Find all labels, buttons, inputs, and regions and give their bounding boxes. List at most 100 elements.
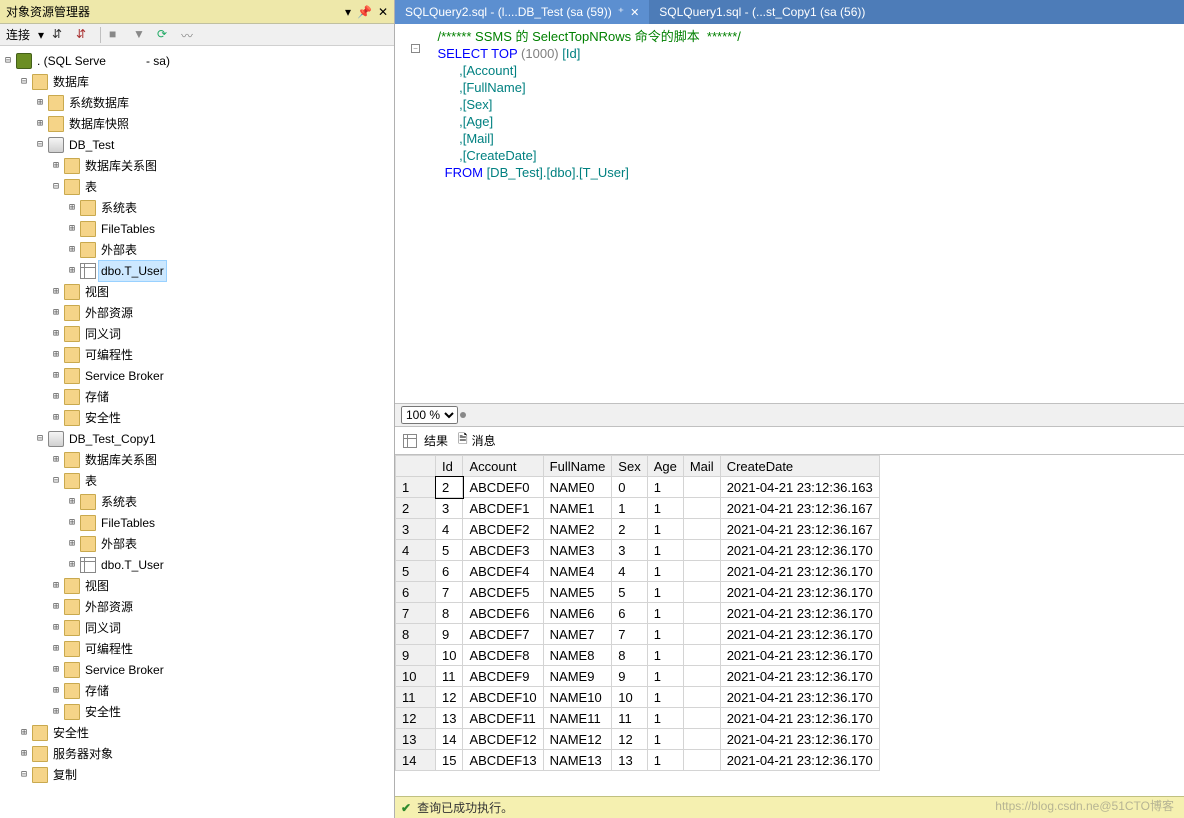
db-test-copy1-node[interactable]: DB_Test_Copy1 — [67, 429, 158, 449]
cell[interactable]: 6 — [436, 561, 463, 582]
expand-icon[interactable]: ⊞ — [66, 492, 78, 512]
table-row[interactable]: 45ABCDEF3NAME3312021-04-21 23:12:36.170 — [396, 540, 880, 561]
snapshot-node[interactable]: 数据库快照 — [67, 114, 131, 134]
tab-sqlquery1[interactable]: SQLQuery1.sql - (...st_Copy1 (sa (56)) — [649, 0, 875, 24]
cell[interactable]: 2021-04-21 23:12:36.170 — [720, 561, 879, 582]
zoom-select[interactable]: 100 % — [401, 406, 458, 424]
cell[interactable]: 8 — [612, 645, 647, 666]
cell[interactable]: ABCDEF12 — [463, 729, 543, 750]
cell[interactable]: 1 — [647, 603, 683, 624]
cell[interactable]: 2021-04-21 23:12:36.170 — [720, 624, 879, 645]
cell[interactable]: NAME3 — [543, 540, 612, 561]
cell[interactable] — [683, 540, 720, 561]
row-header[interactable]: 9 — [396, 645, 436, 666]
programmability-node[interactable]: 可编程性 — [83, 639, 135, 659]
results-grid[interactable]: IdAccountFullNameSexAgeMailCreateDate12A… — [395, 455, 1184, 796]
expand-icon[interactable]: ⊞ — [18, 744, 30, 764]
cell[interactable] — [683, 729, 720, 750]
row-header[interactable]: 8 — [396, 624, 436, 645]
expand-icon[interactable]: ⊞ — [50, 702, 62, 722]
expand-icon[interactable]: ⊞ — [34, 114, 46, 134]
cell[interactable]: 2021-04-21 23:12:36.170 — [720, 729, 879, 750]
expand-icon[interactable]: ⊞ — [50, 618, 62, 638]
dropdown-icon[interactable]: ▾ — [345, 5, 351, 19]
cell[interactable]: NAME0 — [543, 477, 612, 498]
expand-icon[interactable]: ⊞ — [66, 198, 78, 218]
cell[interactable]: 1 — [647, 687, 683, 708]
table-row[interactable]: 1213ABCDEF11NAME111112021-04-21 23:12:36… — [396, 708, 880, 729]
expand-icon[interactable]: ⊞ — [50, 681, 62, 701]
cell[interactable]: ABCDEF9 — [463, 666, 543, 687]
expand-icon[interactable]: ⊞ — [50, 597, 62, 617]
expand-icon[interactable]: ⊞ — [50, 576, 62, 596]
expand-icon[interactable]: ⊞ — [50, 450, 62, 470]
cell[interactable]: 4 — [612, 561, 647, 582]
cell[interactable]: 10 — [436, 645, 463, 666]
cell[interactable]: 6 — [612, 603, 647, 624]
service-broker-node[interactable]: Service Broker — [83, 366, 166, 386]
cell[interactable]: 12 — [612, 729, 647, 750]
security-root-node[interactable]: 安全性 — [51, 723, 91, 743]
table-row[interactable]: 67ABCDEF5NAME5512021-04-21 23:12:36.170 — [396, 582, 880, 603]
expand-icon[interactable]: ⊞ — [50, 282, 62, 302]
cell[interactable]: 5 — [612, 582, 647, 603]
object-explorer-tree[interactable]: ⊟. (SQL Serve - sa) ⊟数据库 ⊞系统数据库 ⊞数据库快照 ⊟… — [0, 46, 394, 818]
cell[interactable]: ABCDEF5 — [463, 582, 543, 603]
cell[interactable]: ABCDEF2 — [463, 519, 543, 540]
cell[interactable]: 2021-04-21 23:12:36.167 — [720, 519, 879, 540]
table-row[interactable]: 1415ABCDEF13NAME131312021-04-21 23:12:36… — [396, 750, 880, 771]
cell[interactable]: 2021-04-21 23:12:36.170 — [720, 708, 879, 729]
cell[interactable]: 2021-04-21 23:12:36.170 — [720, 666, 879, 687]
cell[interactable]: 13 — [436, 708, 463, 729]
cell[interactable]: 2021-04-21 23:12:36.170 — [720, 540, 879, 561]
cell[interactable]: NAME4 — [543, 561, 612, 582]
cell[interactable]: NAME12 — [543, 729, 612, 750]
collapse-icon[interactable]: ⊟ — [18, 72, 30, 92]
column-header[interactable]: Mail — [683, 456, 720, 477]
views-node[interactable]: 视图 — [83, 282, 111, 302]
cell[interactable]: 1 — [647, 645, 683, 666]
expand-icon[interactable]: ⊞ — [50, 324, 62, 344]
cell[interactable]: 5 — [436, 540, 463, 561]
cell[interactable]: 1 — [647, 519, 683, 540]
cell[interactable]: 1 — [647, 540, 683, 561]
cell[interactable]: ABCDEF11 — [463, 708, 543, 729]
cell[interactable]: 4 — [436, 519, 463, 540]
cell[interactable]: 3 — [436, 498, 463, 519]
cell[interactable]: 12 — [436, 687, 463, 708]
column-header[interactable]: Account — [463, 456, 543, 477]
expand-icon[interactable]: ⊞ — [66, 555, 78, 575]
cell[interactable]: ABCDEF1 — [463, 498, 543, 519]
stop-icon[interactable]: ■ — [109, 27, 125, 43]
splitter-dot-icon[interactable] — [460, 412, 466, 418]
expand-icon[interactable]: ⊞ — [18, 723, 30, 743]
cell[interactable]: 1 — [647, 582, 683, 603]
table-row[interactable]: 89ABCDEF7NAME7712021-04-21 23:12:36.170 — [396, 624, 880, 645]
expand-icon[interactable]: ⊞ — [50, 366, 62, 386]
service-broker-node[interactable]: Service Broker — [83, 660, 166, 680]
databases-node[interactable]: 数据库 — [51, 72, 91, 92]
cell[interactable]: 2021-04-21 23:12:36.170 — [720, 603, 879, 624]
pin-icon[interactable]: 📌 — [357, 5, 372, 19]
server-objects-node[interactable]: 服务器对象 — [51, 744, 115, 764]
column-header[interactable]: CreateDate — [720, 456, 879, 477]
cell[interactable]: 1 — [647, 624, 683, 645]
filter-icon[interactable]: ▼ — [133, 27, 149, 43]
collapse-icon[interactable]: ⊟ — [34, 135, 46, 155]
cell[interactable] — [683, 561, 720, 582]
row-header[interactable]: 1 — [396, 477, 436, 498]
cell[interactable]: ABCDEF4 — [463, 561, 543, 582]
expand-icon[interactable]: ⊞ — [50, 639, 62, 659]
cell[interactable]: 1 — [647, 561, 683, 582]
cell[interactable]: 2 — [612, 519, 647, 540]
collapse-icon[interactable]: ⊟ — [50, 177, 62, 197]
expand-icon[interactable]: ⊞ — [66, 513, 78, 533]
table-row[interactable]: 1314ABCDEF12NAME121212021-04-21 23:12:36… — [396, 729, 880, 750]
security-node[interactable]: 安全性 — [83, 408, 123, 428]
collapse-icon[interactable]: ⊟ — [50, 471, 62, 491]
cell[interactable]: NAME10 — [543, 687, 612, 708]
cell[interactable]: 7 — [436, 582, 463, 603]
cell[interactable]: ABCDEF10 — [463, 687, 543, 708]
t-user-node[interactable]: dbo.T_User — [99, 261, 166, 281]
table-row[interactable]: 23ABCDEF1NAME1112021-04-21 23:12:36.167 — [396, 498, 880, 519]
